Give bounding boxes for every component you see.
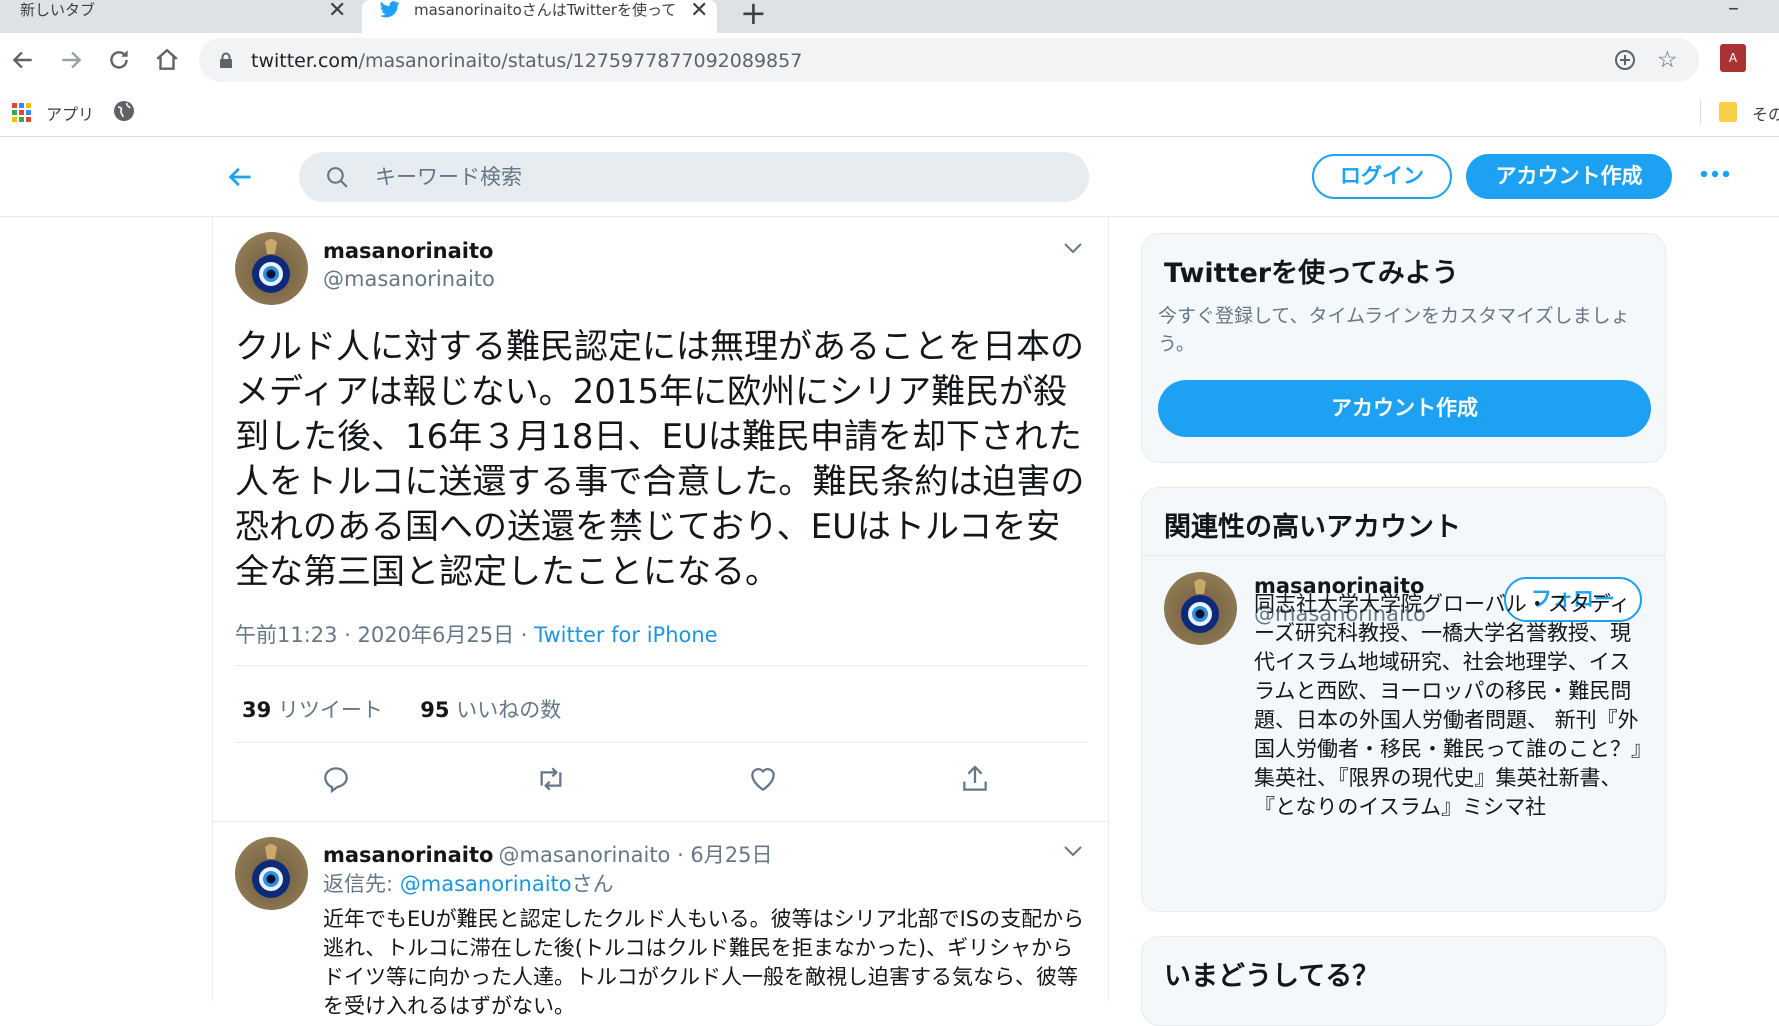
tweet-stats: 39 リツイート 95 いいねの数 [242,694,561,724]
related-card-title: 関連性の高いアカウント [1164,512,1461,543]
reply-header: masanorinaito @masanorinaito · 6月25日 [323,839,773,869]
retweet-icon[interactable] [534,763,574,803]
divider [235,665,1088,666]
url-text: twitter.com/masanorinaito/status/1275977… [251,50,802,72]
browser-tab-bar: 新しいタブ ✕ masanorinaitoさんはTwitterを使って ✕ + … [0,0,1779,33]
like-heart-icon[interactable] [747,763,787,803]
reply-icon[interactable] [320,763,360,803]
pdf-extension-icon[interactable]: A [1720,44,1746,72]
login-button[interactable]: ログイン [1312,154,1452,199]
tab-new-tab[interactable]: 新しいタブ ✕ [0,0,355,33]
tweet-source-link[interactable]: Twitter for iPhone [534,623,718,647]
like-stat[interactable]: 95 いいねの数 [420,698,561,722]
tweet-author-name[interactable]: masanorinaito [323,239,493,263]
signup-card: Twitterを使ってみよう 今すぐ登録して、タイムラインをカスタマイズしましょ… [1141,233,1666,463]
retweet-count: 39 [242,698,272,722]
reply-handle-date[interactable]: @masanorinaito · 6月25日 [499,843,773,867]
tweet-meta: 午前11:23 · 2020年6月25日 · Twitter for iPhon… [235,619,718,649]
bookmark-other-label[interactable]: その [1752,101,1779,125]
address-bar[interactable]: twitter.com/masanorinaito/status/1275977… [199,38,1699,82]
tweet-author-handle[interactable]: @masanorinaito [323,267,495,291]
twitter-header: ログイン アカウント作成 [0,137,1779,217]
browser-toolbar: twitter.com/masanorinaito/status/1275977… [0,33,1779,89]
reply-to-suffix: さん [571,872,614,896]
share-icon[interactable] [959,763,999,803]
whats-happening-title: いまどうしてる？ [1164,961,1380,992]
minimize-icon[interactable]: – [1728,0,1739,21]
related-accounts-card: 関連性の高いアカウント masanorinaito @masanorinaito… [1141,487,1666,912]
reply-text: 近年でもEUが難民と認定したクルド人もいる。彼等はシリア北部でISの支配から逃れ… [323,907,1085,1018]
chevron-down-icon[interactable] [1063,241,1083,255]
avatar[interactable] [235,232,308,305]
reload-icon[interactable] [106,47,132,73]
related-account-bio: 同志社大学大学院グローバル・スタディーズ研究科教授、一橋大学名誉教授、現代イスラ… [1254,592,1642,819]
reply-to-line: 返信先: @masanorinaitoさん [323,868,614,898]
tweet-column: masanorinaito @masanorinaito クルド人に対する難民認… [212,217,1109,1018]
like-count: 95 [420,698,450,722]
signup-card-desc: 今すぐ登録して、タイムラインをカスタマイズしましょう。 [1158,305,1630,355]
whats-happening-card: いまどうしてる？ [1141,936,1666,1026]
new-tab-plus-icon[interactable]: + [740,0,767,32]
evil-eye-charm-icon [252,239,290,293]
apps-grid-icon [12,103,32,123]
like-label: いいねの数 [456,698,562,722]
avatar[interactable] [235,837,308,910]
tab-title: 新しいタブ [20,1,96,19]
close-icon[interactable]: ✕ [690,0,708,23]
divider [1700,99,1701,125]
bookmarks-bar: アプリ その [0,89,1779,137]
bookmark-apps-label: アプリ [46,105,95,124]
signup-button[interactable]: アカウント作成 [1466,154,1672,199]
tweet-text: クルド人に対する難民認定には無理があることを日本のメディアは報じない。2015年… [235,327,1085,592]
retweet-stat[interactable]: 39 リツイート [242,698,383,722]
globe-icon[interactable] [113,100,135,122]
reply-author-name[interactable]: masanorinaito [323,843,493,867]
folder-icon[interactable] [1719,102,1737,122]
tweet-timestamp[interactable]: 午前11:23 · 2020年6月25日 · [235,623,534,647]
retweet-label: リツイート [277,698,383,722]
url-path: /masanorinaito/status/127597787709208985… [358,50,803,72]
tab-twitter[interactable]: masanorinaitoさんはTwitterを使って ✕ [362,0,717,33]
tab-title: masanorinaitoさんはTwitterを使って [414,1,677,19]
reply-to-prefix: 返信先: [323,872,400,896]
evil-eye-charm-icon [1181,579,1219,633]
bookmark-star-icon[interactable]: ☆ [1657,47,1678,73]
search-box[interactable] [299,152,1089,202]
reply-tweet[interactable]: masanorinaito @masanorinaito · 6月25日 返信先… [213,821,1108,1018]
twitter-bird-icon [380,1,400,18]
url-host: twitter.com [251,50,359,72]
close-icon[interactable]: ✕ [328,0,346,23]
back-arrow-icon[interactable] [226,163,254,191]
zoom-plus-icon[interactable] [1614,49,1636,71]
divider [1142,555,1665,556]
more-options-icon[interactable] [1700,167,1730,181]
divider [235,742,1088,743]
signup-card-title: Twitterを使ってみよう [1164,258,1459,289]
home-icon[interactable] [154,47,180,73]
chevron-down-icon[interactable] [1063,844,1083,858]
evil-eye-charm-icon [252,844,290,898]
signup-card-button[interactable]: アカウント作成 [1158,380,1651,437]
search-input[interactable] [375,152,1055,202]
reply-to-handle-link[interactable]: @masanorinaito [400,872,572,896]
lock-icon [219,52,233,69]
back-arrow-icon[interactable] [10,47,36,73]
forward-arrow-icon[interactable] [58,47,84,73]
search-icon [325,165,350,190]
avatar[interactable] [1164,572,1237,645]
